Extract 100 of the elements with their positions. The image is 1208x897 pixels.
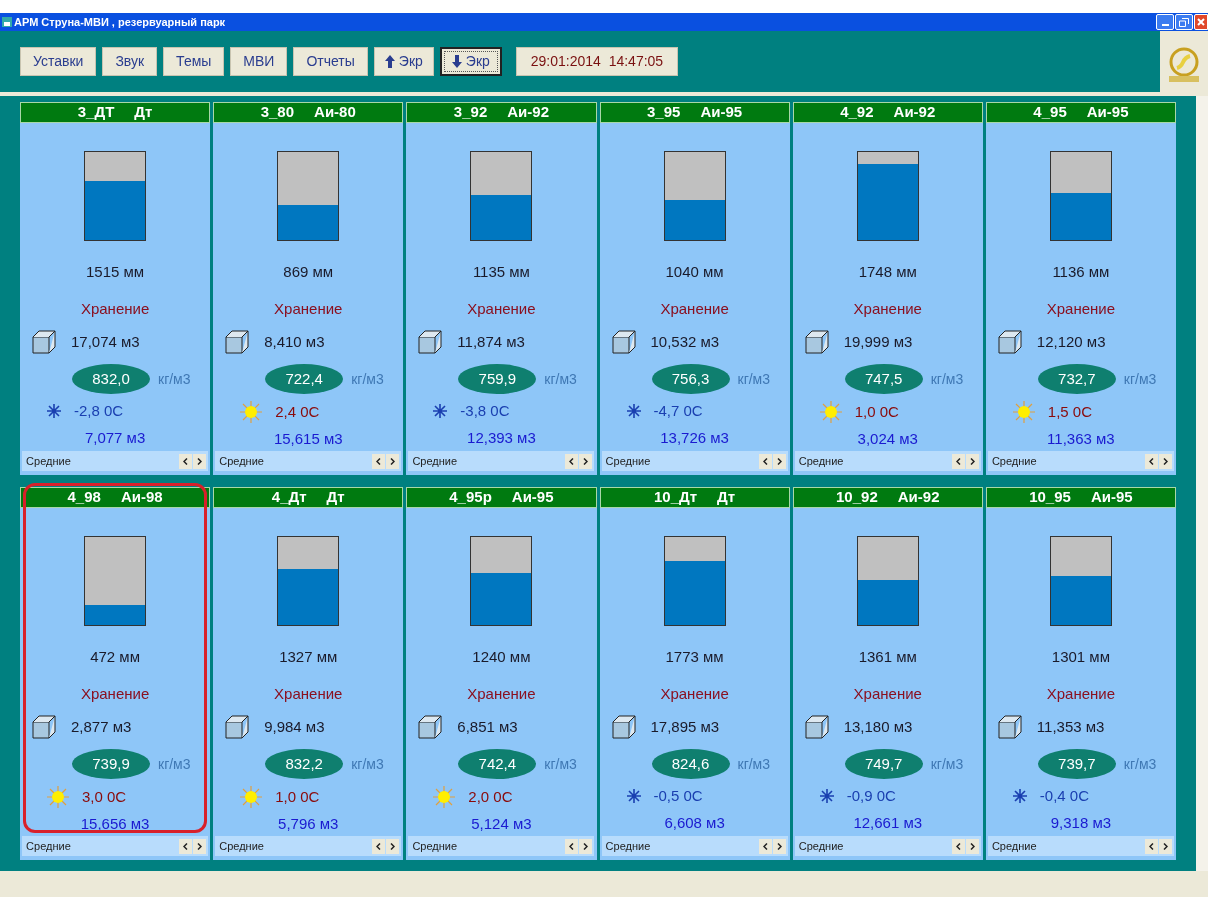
height-reading: 1515 мм [86,262,145,282]
previous-button[interactable] [1144,453,1158,469]
next-button[interactable] [1158,453,1172,469]
tank-card[interactable]: 10_92 Аи-92 1361 мм Хранение 13,180 м3 749,7 кг/м3 -0,9 0С 12,661 м3 Средние [792,487,983,860]
volume-reading: 9,984 м3 [264,716,325,737]
tank-card[interactable]: 3_92 Аи-92 1135 мм Хранение 11,874 м3 759,9 кг/м3 -3,8 0С 12,393 м3 Средние [406,102,597,475]
density-badge: 739,7 [1037,749,1116,779]
next-button[interactable] [193,453,207,469]
tank-name: 4_Дт [271,487,307,508]
density-unit: кг/м3 [737,754,771,774]
footer-label: Средние [219,453,264,469]
next-button[interactable] [193,838,207,854]
tank-card[interactable]: 3_ДТ Дт 1515 мм Хранение 17,074 м3 832,0 кг/м3 -2,8 0С 7,077 м3 Средние [20,102,211,475]
screen-down-button[interactable]: Экр [439,47,502,76]
cube-icon [611,715,636,739]
free-volume-reading: 11,363 м3 [1047,429,1115,449]
temperature-reading: -0,5 0С [653,786,703,806]
next-button[interactable] [579,453,593,469]
toolbar-button[interactable]: МВИ [230,47,288,76]
tank-name: 10_92 [836,487,878,508]
previous-button[interactable] [758,453,772,469]
previous-button[interactable] [179,453,193,469]
density-unit: кг/м3 [1123,369,1157,389]
volume-reading: 2,877 м3 [71,716,132,737]
next-button[interactable] [772,453,786,469]
previous-button[interactable] [179,838,193,854]
tank-card[interactable]: 10_95 Аи-95 1301 мм Хранение 11,353 м3 739,7 кг/м3 -0,4 0С 9,318 м3 Средние [985,487,1176,860]
density-badge: 722,4 [265,364,344,394]
previous-button[interactable] [565,453,579,469]
chevron-left-icon [762,842,768,850]
next-button[interactable] [579,838,593,854]
mode-label: Хранение [80,683,150,704]
tank-card[interactable]: 4_95 Аи-95 1136 мм Хранение 12,120 м3 732,7 кг/м3 1,5 0С 11,363 м3 Средние [985,102,1176,475]
volume-reading: 6,851 м3 [457,716,518,737]
cube-icon [997,330,1022,354]
next-button[interactable] [386,838,400,854]
height-reading: 1773 мм [665,647,724,667]
tank-name: 3_ДТ [77,102,115,123]
chevron-right-icon [969,842,975,850]
mode-label: Хранение [80,298,150,319]
tank-card[interactable]: 10_Дт Дт 1773 мм Хранение 17,895 м3 824,6 кг/м3 -0,5 0С 6,608 м3 Средние [599,487,790,860]
next-button[interactable] [965,453,979,469]
cube-icon [32,330,56,354]
tank-card[interactable]: 4_Дт Дт 1327 мм Хранение 9,984 м3 832,2 кг/м3 1,0 0С 5,796 м3 Средние [213,487,404,860]
next-button[interactable] [386,453,400,469]
toolbar-button[interactable]: Звук [102,47,158,76]
chevron-left-icon [183,457,189,465]
tank-card[interactable]: 4_95р Аи-95 1240 мм Хранение 6,851 м3 742,4 кг/м3 2,0 0С 5,124 м3 Средние [406,487,597,860]
cube-icon [225,330,250,354]
mode-label: Хранение [467,298,536,319]
next-button[interactable] [1158,838,1172,854]
density-unit: кг/м3 [351,754,384,774]
density-badge: 739,9 [72,749,150,779]
tank-name: 4_95 [1033,102,1067,123]
tank-name: 4_95р [449,487,492,508]
previous-button[interactable] [372,453,386,469]
arrow-down-icon [451,55,462,68]
toolbar-button[interactable]: Темы [163,47,225,76]
tank-name: 10_95 [1029,487,1071,508]
previous-button[interactable] [951,453,965,469]
mode-label: Хранение [660,298,729,319]
footer-label: Средние [605,453,651,469]
temperature-reading: 2,0 0С [468,786,513,807]
product-name: Аи-95 [1086,102,1129,123]
toolbar-button[interactable]: Отчеты [293,47,368,76]
volume-reading: 11,353 м3 [1036,716,1105,737]
previous-button[interactable] [1144,838,1158,854]
free-volume-reading: 15,656 м3 [80,814,150,834]
footer-label: Средние [219,838,264,854]
close-icon [1197,18,1205,26]
density-badge: 742,4 [458,749,537,779]
cube-icon [804,330,829,354]
product-name: Аи-92 [893,102,936,123]
previous-button[interactable] [758,838,772,854]
chevron-right-icon [390,457,396,465]
density-unit: кг/м3 [158,369,191,389]
toolbar-button[interactable]: Уставки [20,47,97,76]
close-button[interactable] [1194,14,1208,30]
chevron-left-icon [1148,842,1154,850]
restore-button[interactable] [1175,14,1193,30]
height-reading: 869 мм [283,262,334,282]
footer-label: Средние [605,838,651,854]
previous-button[interactable] [565,838,579,854]
height-reading: 1327 мм [279,647,338,667]
tank-card[interactable]: 3_80 Аи-80 869 мм Хранение 8,410 м3 722,4 кг/м3 2,4 0С 15,615 м3 Средние [213,102,404,475]
previous-button[interactable] [372,838,386,854]
free-volume-reading: 3,024 м3 [857,429,918,449]
free-volume-reading: 9,318 м3 [1050,812,1112,833]
density-badge: 747,5 [844,364,923,394]
next-button[interactable] [772,838,786,854]
minimize-button[interactable] [1156,14,1174,30]
next-button[interactable] [965,838,979,854]
chevron-right-icon [583,457,589,465]
footer-label: Средние [26,838,71,854]
temperature-reading: -0,4 0С [1039,786,1090,806]
tank-card[interactable]: 4_92 Аи-92 1748 мм Хранение 19,999 м3 747,5 кг/м3 1,0 0С 3,024 м3 Средние [792,102,983,475]
tank-name: 3_80 [260,102,295,123]
previous-button[interactable] [951,838,965,854]
screen-up-button[interactable]: Экр [373,47,434,76]
tank-card[interactable]: 3_95 Аи-95 1040 мм Хранение 10,532 м3 756,3 кг/м3 -4,7 0С 13,726 м3 Средние [599,102,790,475]
